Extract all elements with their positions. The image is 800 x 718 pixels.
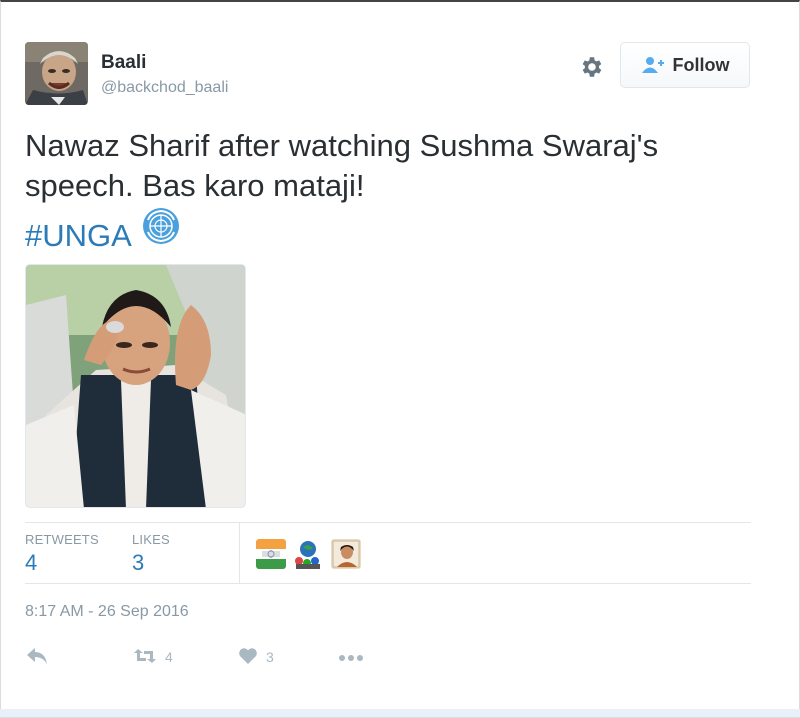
hashtag-line: #UNGA [25,206,765,256]
tweet-card: Baali @backchod_baali Follow Nawaz Shari… [0,0,800,718]
stats-divider-top [25,522,751,523]
retweet-button[interactable]: 4 [133,645,173,669]
un-flag-emoji-icon [141,208,181,253]
tweet-text-line-1: Nawaz Sharif after watching Sushma Swara… [25,128,659,163]
bottom-strip [0,709,800,717]
stats-separator [239,523,240,583]
retweet-icon [133,647,157,668]
retweets-label: RETWEETS [25,532,99,547]
likes-count[interactable]: 3 [132,550,144,576]
tweet-text-line-2: speech. Bas karo mataji! [25,168,365,203]
retweet-action-count: 4 [165,649,173,665]
gear-icon[interactable] [578,54,604,80]
heart-icon [238,647,258,668]
tweet-timestamp[interactable]: 8:17 AM - 26 Sep 2016 [25,603,189,621]
retweets-count[interactable]: 4 [25,550,37,576]
add-user-icon [641,56,665,74]
more-button[interactable] [338,645,364,669]
liker-avatar[interactable] [331,539,361,569]
author-name[interactable]: Baali [101,52,146,74]
reply-button[interactable] [26,645,48,669]
liker-avatar[interactable] [293,539,323,569]
likes-label: LIKES [132,532,170,547]
tweet-text: Nawaz Sharif after watching Sushma Swara… [25,126,765,256]
follow-label: Follow [672,54,730,75]
liker-avatar[interactable] [256,539,286,569]
reply-icon [26,647,48,668]
follow-button[interactable]: Follow [620,42,750,88]
like-action-count: 3 [266,649,274,665]
author-handle[interactable]: @backchod_baali [101,79,228,97]
stats-divider-bottom [25,583,751,584]
tweet-media-photo[interactable] [25,264,246,508]
author-avatar[interactable] [25,42,88,105]
more-icon [338,649,364,665]
hashtag-link[interactable]: #UNGA [25,218,130,253]
like-button[interactable]: 3 [238,645,274,669]
